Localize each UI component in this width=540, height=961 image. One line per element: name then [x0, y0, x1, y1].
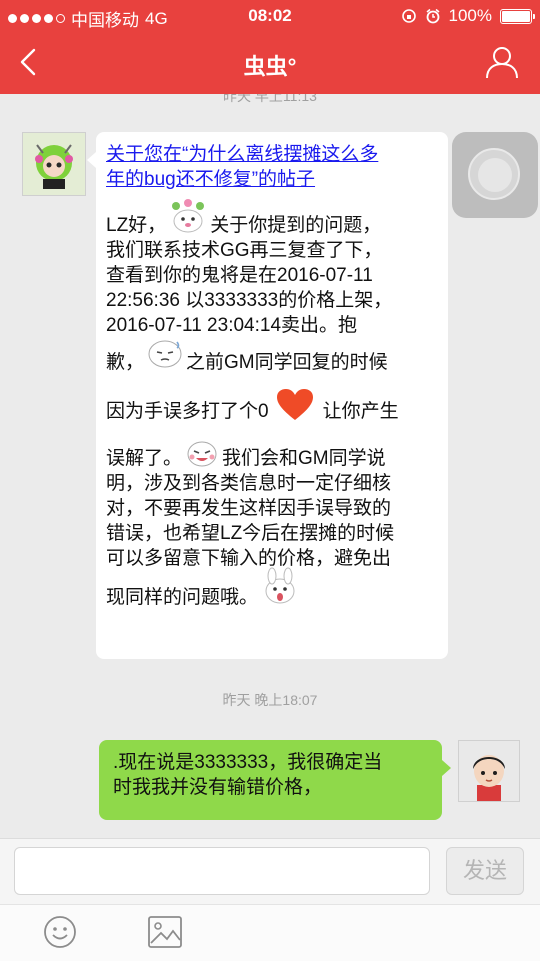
send-button[interactable]: 发送 [446, 847, 524, 895]
message-line: 对，不要再发生这样因手误导致的 [106, 498, 392, 519]
timestamp: 昨天 早上11:13 [223, 94, 317, 104]
alarm-icon [426, 8, 440, 24]
input-bar: 发送 [0, 838, 540, 905]
laughing-face-emoticon-icon [187, 441, 217, 467]
message-fragment: 因为手误多打了个0 [106, 401, 269, 422]
outgoing-message-text: .现在说是3333333，我很确定当 时我我并没有输错价格， [113, 750, 433, 800]
assistive-touch-button[interactable] [452, 132, 538, 218]
message-fragment: 现同样的问题哦。 [106, 587, 259, 608]
assistive-touch-core [478, 158, 512, 192]
nav-bar: 虫虫° [0, 32, 540, 94]
incoming-message-text: 关于您在“为什么离线摆摊这么多 年的bug还不修复”的帖子 LZ好， 关于你提到… [106, 142, 436, 610]
message-line: 因为手误多打了个0 让你产生 [106, 388, 436, 424]
heart-icon [276, 388, 313, 420]
cartoon-boy-avatar-icon [459, 741, 519, 801]
crying-bunny-emoticon-icon [265, 567, 295, 604]
flower-bunny-emoticon-icon [172, 198, 205, 233]
chat-area[interactable]: 昨天 早上11:13 关于您在“为什么离线摆摊这么多 年的bug还不修复”的帖子… [0, 94, 540, 838]
status-right: 100% [401, 6, 535, 26]
timestamp: 昨天 晚上18:07 [222, 692, 318, 708]
post-link-line-2[interactable]: 年的bug还不修复”的帖子 [106, 167, 436, 192]
battery-icon [500, 8, 535, 24]
message-line: 误解了。 我们会和GM同学说 [106, 441, 436, 471]
contact-avatar[interactable] [22, 132, 86, 196]
post-link-line-1[interactable]: 关于您在“为什么离线摆摊这么多 [106, 142, 436, 167]
message-line: 22:56:36 以3333333的价格上架， [106, 290, 393, 311]
message-line: 2016-07-11 23:04:14卖出。抱 [106, 315, 358, 336]
message-fragment: 误解了。 [106, 448, 183, 469]
status-bar: 中国移动 4G 08:02 100% [0, 0, 540, 32]
message-line: 时我我并没有输错价格， [113, 777, 323, 798]
message-input[interactable] [14, 847, 430, 895]
outgoing-message-bubble[interactable]: .现在说是3333333，我很确定当 时我我并没有输错价格， [99, 740, 451, 820]
message-line: 我们联系技术GG再三复查了下， [106, 240, 383, 261]
message-fragment: 之前GM同学回复的时候 [186, 352, 388, 373]
message-line: LZ好， 关于你提到的问题， [106, 198, 436, 238]
message-line: 现同样的问题哦。 [106, 567, 436, 610]
message-fragment: LZ好， [106, 215, 167, 236]
user-icon[interactable] [484, 44, 520, 80]
smiley-icon[interactable] [43, 915, 77, 949]
chat-title: 虫虫° [243, 54, 297, 79]
message-fragment: 我们会和GM同学说 [222, 448, 386, 469]
message-line: .现在说是3333333，我很确定当 [113, 752, 383, 773]
message-line: 错误，也希望LZ今后在摆摊的时候 [106, 523, 395, 544]
image-icon[interactable] [147, 915, 183, 949]
battery-percent: 100% [448, 6, 492, 25]
my-avatar[interactable] [458, 740, 520, 802]
sweat-face-emoticon-icon [148, 340, 182, 368]
message-line: 查看到你的鬼将是在2016-07-11 [106, 265, 373, 286]
message-fragment: 歉， [106, 352, 145, 373]
message-line: 歉， 之前GM同学回复的时候 [106, 340, 436, 375]
rotation-lock-icon [401, 9, 416, 23]
message-line: 明，涉及到各类信息时一定仔细核 [106, 473, 392, 494]
input-toolbar [0, 904, 540, 961]
incoming-message-bubble[interactable]: 关于您在“为什么离线摆摊这么多 年的bug还不修复”的帖子 LZ好， 关于你提到… [87, 132, 448, 659]
message-fragment: 关于你提到的问题， [210, 215, 382, 236]
anime-girl-avatar-icon [23, 133, 85, 195]
message-fragment: 让你产生 [322, 401, 399, 422]
